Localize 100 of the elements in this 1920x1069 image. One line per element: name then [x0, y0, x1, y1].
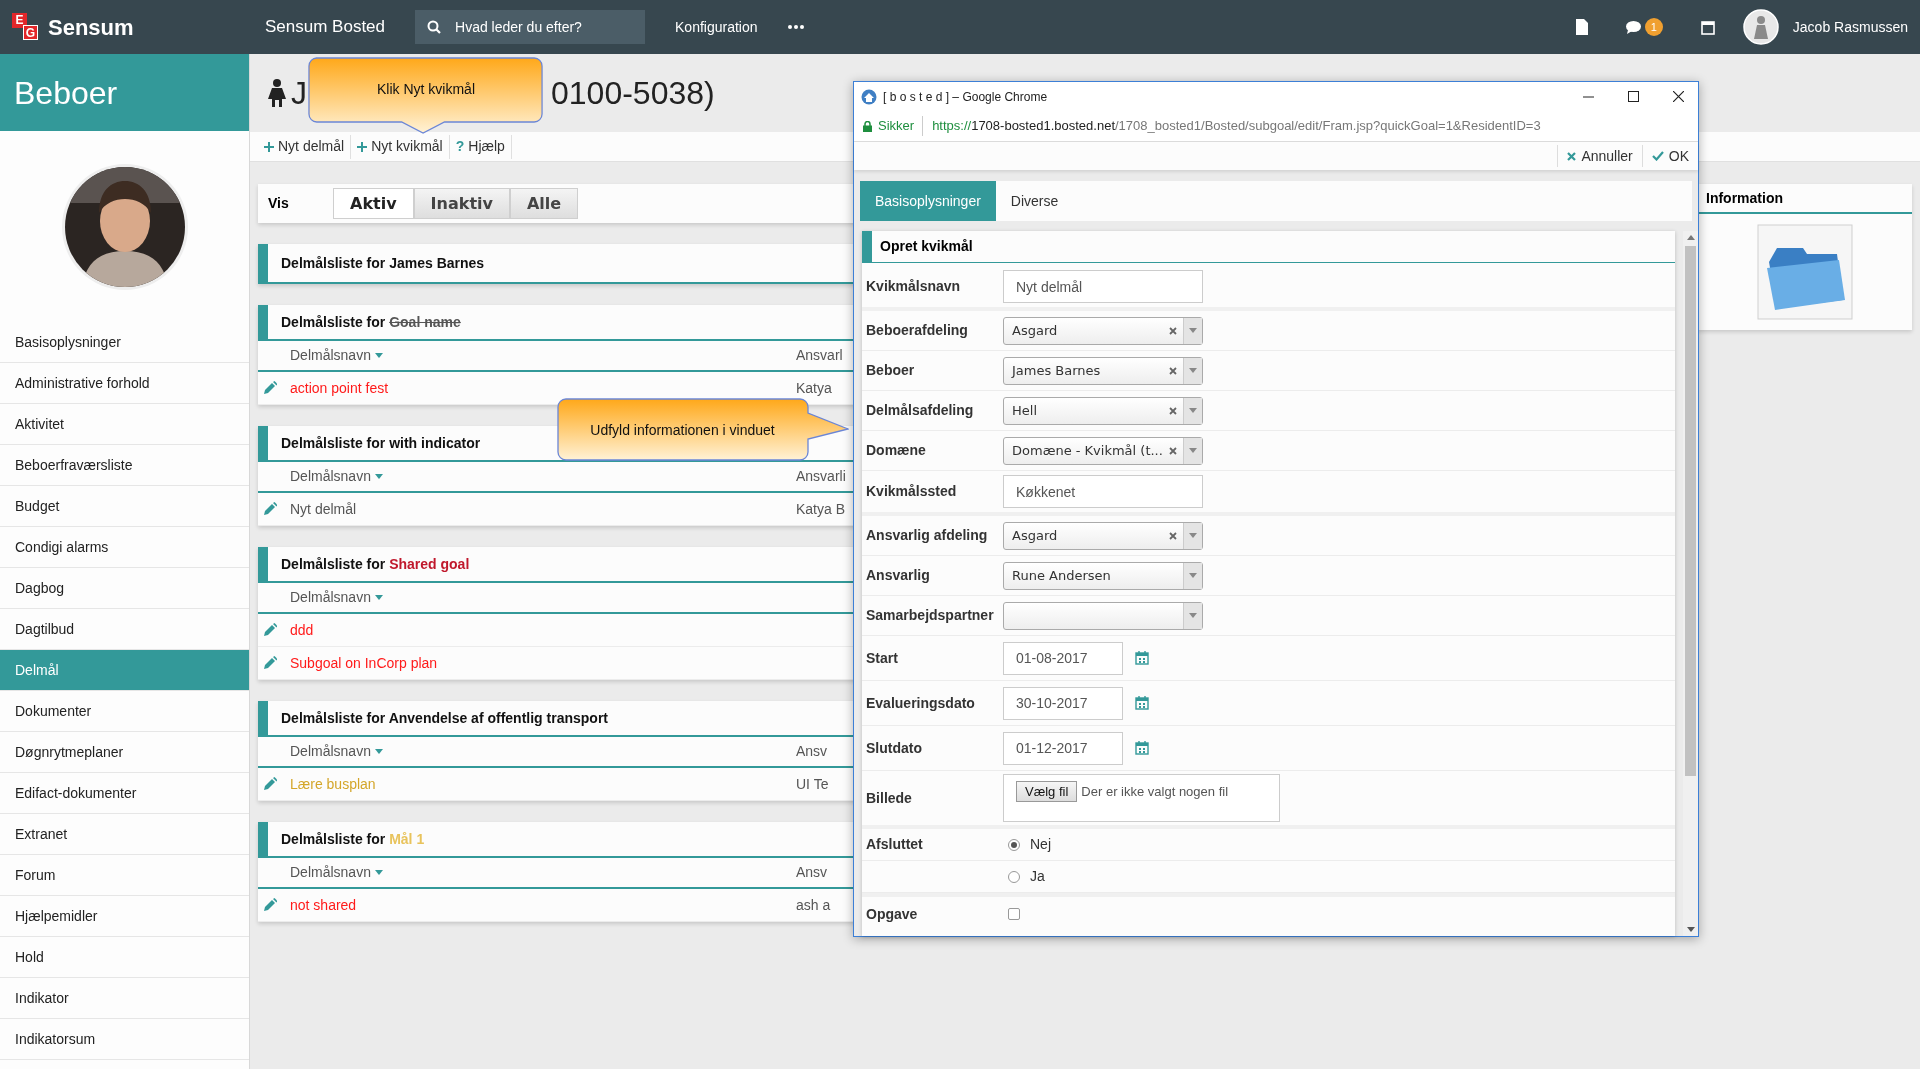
sidebar-item[interactable]: Dokumenter: [0, 691, 249, 732]
dialog-tab[interactable]: Diverse: [995, 181, 1074, 221]
date-field[interactable]: 01-12-2017: [1003, 731, 1123, 765]
maximize-icon[interactable]: [1628, 91, 1639, 102]
chat-icon[interactable]: [1625, 20, 1641, 34]
select-field[interactable]: Domæne - Kvikmål (t...: [1003, 436, 1203, 465]
select-field[interactable]: Asgard: [1003, 521, 1203, 550]
scrollbar[interactable]: [1683, 231, 1698, 936]
dropdown-caret-icon: [1189, 368, 1197, 373]
select-field[interactable]: Hell: [1003, 396, 1203, 425]
column-header[interactable]: Delmålsnavn: [290, 741, 383, 762]
caret-icon: [374, 474, 383, 479]
sidebar-item[interactable]: Hold: [0, 937, 249, 978]
user-avatar-icon[interactable]: [1742, 9, 1779, 45]
sidebar-item[interactable]: Indikator: [0, 978, 249, 1019]
caret-icon: [374, 870, 383, 875]
filter-tab[interactable]: Aktiv: [333, 188, 414, 219]
dialog-action-button[interactable]: OK: [1641, 145, 1698, 167]
toolbar-button[interactable]: Nyt kvikmål: [351, 134, 450, 159]
field-label: Kvikmålssted: [865, 482, 958, 501]
clear-icon[interactable]: [1169, 406, 1177, 415]
column-header[interactable]: Ansv: [796, 862, 828, 883]
sidebar-item[interactable]: Edifact-dokumenter: [0, 773, 249, 814]
pencil-icon[interactable]: [263, 898, 277, 912]
brand-name: Sensum: [48, 13, 134, 42]
pencil-icon[interactable]: [263, 381, 277, 395]
pencil-icon[interactable]: [263, 656, 277, 670]
caret-icon: [374, 595, 383, 600]
input-field[interactable]: Køkkenet: [1003, 475, 1203, 508]
radio-button[interactable]: [1008, 838, 1020, 851]
pencil-icon[interactable]: [263, 777, 277, 791]
sidebar-item[interactable]: Basisoplysninger: [0, 322, 249, 363]
search-field[interactable]: Hvad leder du efter?: [415, 10, 645, 44]
person-icon: [268, 79, 286, 107]
clear-icon[interactable]: [1169, 446, 1177, 455]
table-cell-text: ash a: [796, 895, 831, 915]
user-name[interactable]: Jacob Rasmussen: [1792, 16, 1908, 38]
radio-label[interactable]: Nej: [1030, 834, 1051, 855]
more-icon[interactable]: [787, 25, 804, 29]
column-header[interactable]: Delmålsnavn: [290, 862, 383, 883]
goal-name[interactable]: Subgoal on InCorp plan: [290, 652, 438, 674]
sidebar-item[interactable]: Extranet: [0, 814, 249, 855]
field-label: Evalueringsdato: [865, 693, 976, 713]
select-field[interactable]: Rune Andersen: [1003, 561, 1203, 590]
document-icon[interactable]: [1575, 19, 1588, 35]
sidebar-item[interactable]: Condigi alarms: [0, 527, 249, 568]
sidebar-item[interactable]: Døgnrytmeplaner: [0, 732, 249, 773]
select-field[interactable]: James Barnes: [1003, 356, 1203, 385]
address-bar[interactable]: https://1708-bosted1.bosted.net/1708_bosted1/Bosted/subgoal/edit/Fram.jsp?quickGoal=1&ResidentID=3: [932, 116, 1541, 136]
sidebar-item[interactable]: Hjælpemidler: [0, 896, 249, 937]
field-label: Beboerafdeling: [865, 321, 969, 340]
pencil-icon[interactable]: [263, 502, 277, 516]
toolbar-button[interactable]: ? Hjælp: [449, 134, 512, 159]
column-header[interactable]: Delmålsnavn: [290, 466, 383, 487]
caret-icon: [374, 353, 383, 358]
toolbar-button[interactable]: Nyt delmål: [258, 134, 352, 159]
column-header[interactable]: Ansvarl: [796, 345, 843, 366]
column-header[interactable]: Ansv: [796, 741, 828, 762]
goal-name[interactable]: ddd: [290, 619, 314, 641]
close-icon: [1567, 151, 1577, 161]
dialog-action-button[interactable]: Annuller: [1557, 145, 1642, 167]
date-field[interactable]: 30-10-2017: [1003, 686, 1123, 720]
clear-icon[interactable]: [1169, 366, 1177, 375]
choose-file-button[interactable]: Vælg fil: [1016, 781, 1078, 802]
sidebar-item[interactable]: Forum: [0, 855, 249, 896]
sidebar-item[interactable]: Aktivitet: [0, 404, 249, 445]
folder-icon: [1757, 224, 1853, 320]
filter-tab[interactable]: Inaktiv: [413, 188, 510, 219]
sidebar-item[interactable]: Indikatorsum: [0, 1019, 249, 1060]
column-header[interactable]: Delmålsnavn: [290, 587, 383, 608]
select-field[interactable]: [1003, 601, 1203, 630]
sidebar-item[interactable]: Administrative forhold: [0, 363, 249, 404]
select-field[interactable]: Asgard: [1003, 316, 1203, 345]
menu-item[interactable]: Konfiguration: [675, 16, 758, 38]
radio-label[interactable]: Ja: [1030, 866, 1045, 887]
filter-tab[interactable]: Alle: [509, 188, 579, 219]
plus-icon: [264, 141, 274, 152]
sidebar-item[interactable]: Dagbog: [0, 568, 249, 609]
sidebar-item[interactable]: Budget: [0, 486, 249, 527]
clear-icon[interactable]: [1169, 326, 1177, 335]
goal-name[interactable]: not shared: [290, 894, 357, 916]
file-field[interactable]: Vælg fil Der er ikke valgt nogen fil: [1003, 774, 1280, 822]
goal-name[interactable]: action point fest: [290, 377, 389, 399]
pencil-icon[interactable]: [263, 623, 277, 637]
field-label: Afsluttet: [865, 835, 924, 854]
clear-icon[interactable]: [1169, 531, 1177, 540]
column-header[interactable]: Ansvarli: [796, 466, 846, 487]
date-field[interactable]: 01-08-2017: [1003, 641, 1123, 675]
lock-icon: [863, 120, 872, 132]
close-icon[interactable]: [1673, 91, 1684, 102]
input-field[interactable]: Nyt delmål: [1003, 270, 1203, 303]
caret-icon: [374, 749, 383, 754]
field-label: Ansvarlig: [865, 566, 931, 585]
checkbox[interactable]: [1008, 908, 1020, 920]
radio-button[interactable]: [1008, 870, 1020, 883]
goal-name[interactable]: Nyt delmål: [290, 498, 357, 520]
sidebar-item[interactable]: Beboerfraværsliste: [0, 445, 249, 486]
column-header[interactable]: Delmålsnavn: [290, 345, 383, 366]
scroll-up-icon: [1686, 235, 1695, 240]
app-title[interactable]: Sensum Bosted: [265, 14, 385, 40]
